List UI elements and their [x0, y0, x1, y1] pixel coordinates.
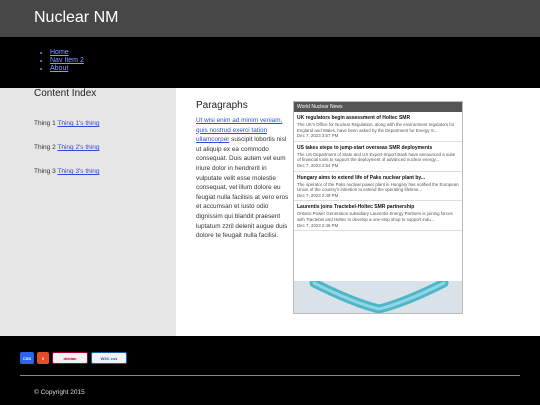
nav-item-2: Nav Item 2	[50, 57, 84, 65]
feed-item[interactable]: UK regulators begin assessment of Holtec…	[294, 112, 462, 142]
feed-item-title[interactable]: US takes steps to jump-start overseas SM…	[297, 145, 459, 151]
main-content: Paragraphs Ut wisi enim ad minim veniam,…	[176, 88, 540, 336]
feed-item-date: Dec 7, 2023 2:54 PM	[297, 162, 339, 168]
news-feed-widget: World Nuclear News UK regulators begin a…	[293, 101, 463, 314]
paragraph-body: suscipit lobortis nisl ut aliquip ex ea …	[196, 136, 289, 240]
feed-photo	[294, 278, 462, 313]
css3-badge-icon[interactable]: CSS	[20, 352, 34, 364]
site-title: Nuclear NM	[34, 9, 119, 26]
main-nav: Home Nav Item 2 About	[0, 37, 540, 88]
feed-item-body: The UK's Office for Nuclear Regulation, …	[297, 122, 455, 133]
nav-link-about[interactable]: About	[50, 65, 68, 72]
feed-item-date: Dec 7, 2023 2:46 PM	[297, 222, 339, 228]
copyright-text: © Copyright 2015	[34, 389, 85, 396]
thing-link[interactable]: Thing 2's thing	[57, 144, 99, 151]
feed-item[interactable]: Hungary aims to extend life of Paks nucl…	[294, 172, 462, 202]
feed-item-body: The US Department of State and US Export…	[297, 151, 456, 163]
w3c-css-badge-icon[interactable]: W3C css	[91, 352, 127, 364]
feed-item[interactable]: Laurentis joins Tractebel-Holtec SMR par…	[294, 201, 462, 232]
feed-item-body: The operator of the Paks nuclear power p…	[297, 181, 459, 193]
nav-link-home[interactable]: Home	[50, 49, 69, 56]
sidebar-thing-1: Thing 1 Thing 1's thing	[34, 120, 99, 127]
thing-label: Thing 3	[34, 168, 56, 175]
sidebar: Content Index Thing 1 Thing 1's thing Th…	[0, 88, 176, 336]
feed-item[interactable]: US takes steps to jump-start overseas SM…	[294, 142, 462, 172]
nav-list: Home Nav Item 2 About	[44, 49, 84, 73]
nav-item-home: Home	[50, 49, 84, 57]
thing-label: Thing 2	[34, 144, 56, 151]
html5-badge-icon[interactable]: 5	[37, 352, 49, 364]
badge-row: CSS 5 debian W3C css	[20, 352, 127, 364]
feed-item-title[interactable]: Laurentis joins Tractebel-Holtec SMR par…	[297, 204, 459, 210]
feed-item-title[interactable]: Hungary aims to extend life of Paks nucl…	[297, 175, 459, 181]
feed-photo-graphic	[294, 278, 462, 313]
nav-link-item-2[interactable]: Nav Item 2	[50, 57, 84, 64]
debian-badge-icon[interactable]: debian	[52, 352, 88, 364]
thing-link[interactable]: Thing 1's thing	[57, 120, 99, 127]
site-footer: CSS 5 debian W3C css © Copyright 2015	[0, 336, 540, 405]
footer-divider	[20, 375, 520, 376]
feed-item-body: Ontario Power Generation subsidiary Laur…	[297, 211, 453, 222]
feed-title: World Nuclear News	[294, 102, 462, 112]
sidebar-title: Content Index	[34, 88, 97, 99]
paragraph-text: Ut wisi enim ad minim veniam, quis nostr…	[196, 116, 292, 241]
paragraphs-title: Paragraphs	[196, 100, 248, 111]
thing-link[interactable]: Thing 3's thing	[57, 168, 99, 175]
site-header: Nuclear NM	[0, 0, 540, 37]
thing-label: Thing 1	[34, 120, 56, 127]
feed-item-date: Dec 7, 2023 3:57 PM	[297, 133, 339, 139]
feed-item-title[interactable]: UK regulators begin assessment of Holtec…	[297, 115, 459, 121]
nav-item-about: About	[50, 65, 84, 73]
feed-item-date: Dec 7, 2023 2:49 PM	[297, 192, 339, 198]
sidebar-thing-3: Thing 3 Thing 3's thing	[34, 168, 99, 175]
sidebar-thing-2: Thing 2 Thing 2's thing	[34, 144, 99, 151]
